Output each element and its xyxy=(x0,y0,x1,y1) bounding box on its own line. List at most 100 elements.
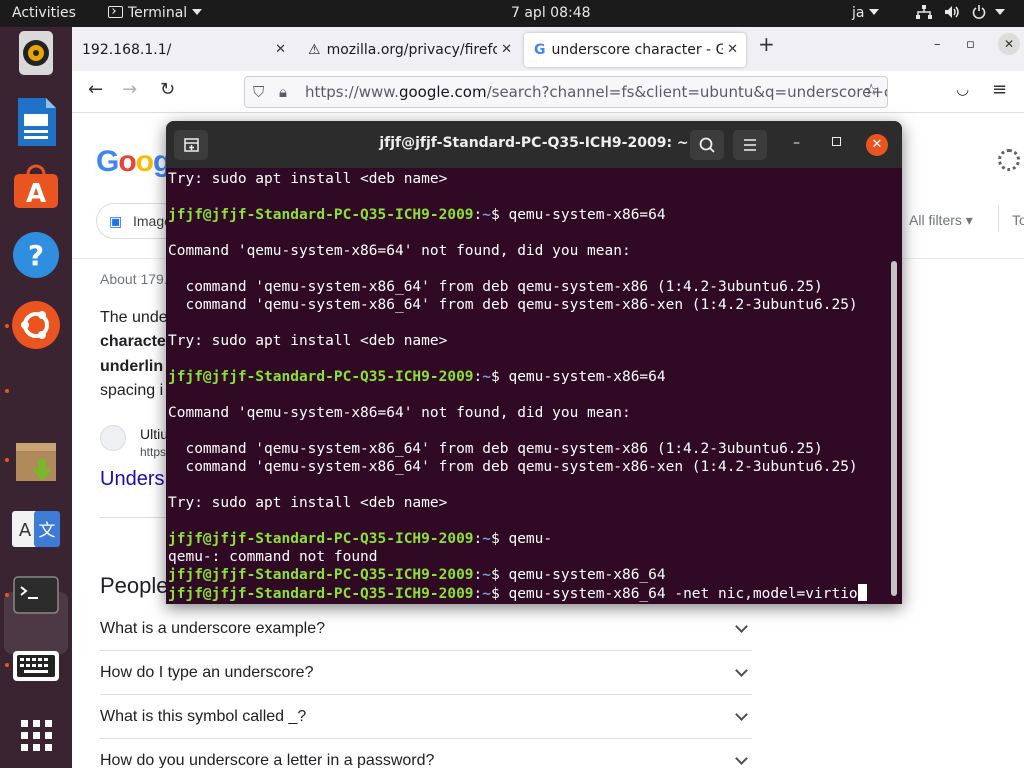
running-indicator xyxy=(5,458,9,462)
url-prefix: https://www. xyxy=(305,83,399,101)
prompt-separator: : xyxy=(473,567,483,583)
url-bar[interactable]: ⛉ 🔒︎ https://www.google.com/search?chann… xyxy=(244,76,888,108)
chevron-down-icon xyxy=(735,664,748,677)
search-button[interactable] xyxy=(690,130,724,160)
terminal-output-line: Try: sudo apt install <deb name> xyxy=(168,495,448,511)
terminal-headerbar[interactable]: jfjf@jfjf-Standard-PC-Q35-ICH9-2009: ~ –… xyxy=(166,121,902,168)
input-source-label: ja xyxy=(852,5,865,21)
hamburger-menu-button[interactable] xyxy=(733,130,767,160)
app-menu[interactable]: Terminal xyxy=(108,0,203,27)
close-window-icon[interactable]: ✕ xyxy=(998,33,1020,55)
chevron-down-icon xyxy=(995,9,1005,15)
prompt-path: ~ xyxy=(482,531,492,547)
maximize-icon[interactable]: ▫ xyxy=(966,37,975,52)
clock[interactable]: 7 apl 08:48 xyxy=(511,0,591,27)
terminal-output-line: command 'qemu-system-x86_64' from deb qe… xyxy=(168,441,823,457)
new-tab-button[interactable]: + xyxy=(758,32,775,56)
svg-text:A: A xyxy=(26,179,46,209)
image-icon: ▣ xyxy=(109,213,123,229)
command-text: $ qemu- xyxy=(491,531,553,547)
software-center-icon[interactable]: A xyxy=(8,160,64,216)
reload-icon[interactable]: ↻ xyxy=(160,79,175,100)
tools-button[interactable]: To xyxy=(1012,212,1024,228)
terminal-output[interactable]: Try: sudo apt install <deb name> jfjf@jfj… xyxy=(168,170,890,602)
command-text: $ qemu-system-x86=64 xyxy=(491,207,666,223)
bookmark-star-icon[interactable]: ☆ xyxy=(864,80,878,99)
terminal-scrollbar[interactable] xyxy=(891,261,897,596)
running-indicator xyxy=(5,593,9,597)
question-accordion[interactable]: What is a underscore example? xyxy=(100,607,752,651)
pocket-icon[interactable]: ◡ xyxy=(956,80,969,98)
back-icon[interactable]: ← xyxy=(88,79,103,100)
result-stats: About 179. xyxy=(100,271,168,287)
google-logo[interactable]: Goog xyxy=(96,145,171,179)
browser-tab[interactable]: 192.168.1.1/ ✕ xyxy=(72,33,294,67)
archive-manager-icon[interactable] xyxy=(8,433,64,489)
people-also-ask-heading: People xyxy=(100,573,169,598)
writer-icon[interactable] xyxy=(8,94,64,150)
question-accordion[interactable]: How do you underscore a letter in a pass… xyxy=(100,739,752,768)
question-text: What is this symbol called _? xyxy=(100,708,307,725)
menu-icon[interactable]: ≡ xyxy=(992,79,1007,100)
language-support-icon[interactable]: A文 xyxy=(8,501,64,557)
network-icon xyxy=(916,5,932,19)
prompt-user-host: jfjf@jfjf-Standard-PC-Q35-ICH9-2009 xyxy=(168,567,474,583)
terminal-output-line: command 'qemu-system-x86_64' from deb qe… xyxy=(168,297,858,313)
url-rest: /search?channel=fs&client=ubuntu&q=under… xyxy=(486,83,888,101)
terminal-output-line: command 'qemu-system-x86_64' from deb qe… xyxy=(168,459,858,475)
lock-icon[interactable]: 🔒︎ xyxy=(279,77,287,107)
show-applications-icon[interactable] xyxy=(8,707,64,763)
question-accordion[interactable]: How do I type an underscore? xyxy=(100,651,752,695)
chevron-down-icon xyxy=(735,708,748,721)
prompt-user-host: jfjf@jfjf-Standard-PC-Q35-ICH9-2009 xyxy=(168,207,474,223)
chevron-down-icon xyxy=(192,9,203,15)
keyboard-icon[interactable] xyxy=(8,638,64,694)
terminal-output-line: qemu-: command not found xyxy=(168,549,378,565)
terminal-window[interactable]: jfjf@jfjf-Standard-PC-Q35-ICH9-2009: ~ –… xyxy=(166,121,902,604)
terminal-command-line: jfjf@jfjf-Standard-PC-Q35-ICH9-2009:~$ q… xyxy=(168,566,890,584)
prompt-separator: : xyxy=(473,207,483,223)
close-icon[interactable]: ✕ xyxy=(497,33,512,67)
browser-tab-active[interactable]: Gunderscore character - G ✕ xyxy=(524,33,746,67)
input-source-menu[interactable]: ja xyxy=(852,0,880,27)
prompt-path: ~ xyxy=(482,207,492,223)
terminal-command-line: jfjf@jfjf-Standard-PC-Q35-ICH9-2009:~$ q… xyxy=(168,368,890,386)
terminal-icon xyxy=(108,6,123,18)
browser-tab[interactable]: ⚠ mozilla.org/privacy/firefo ✕ xyxy=(298,33,520,67)
tab-title: underscore character - G xyxy=(551,42,727,58)
tab-title: mozilla.org/privacy/firefo xyxy=(326,42,501,58)
result-link[interactable]: Unders xyxy=(100,468,164,491)
ubuntu-icon[interactable] xyxy=(8,297,64,353)
chevron-down-icon xyxy=(735,620,748,633)
minimize-icon[interactable]: – xyxy=(934,37,941,52)
help-icon[interactable]: ? xyxy=(8,227,64,283)
prompt-path: ~ xyxy=(482,567,492,583)
minimize-icon[interactable]: – xyxy=(793,135,800,151)
activities-button[interactable]: Activities xyxy=(12,0,76,27)
shield-icon[interactable]: ⛉ xyxy=(253,77,264,107)
divider xyxy=(998,206,999,232)
close-window-icon[interactable]: ✕ xyxy=(866,134,888,156)
all-filters-button[interactable]: All filters ▾ xyxy=(909,212,973,229)
text-cursor xyxy=(857,584,867,601)
terminal-app-icon[interactable] xyxy=(8,567,64,623)
site-favicon xyxy=(100,425,126,451)
forward-icon[interactable]: → xyxy=(122,79,137,100)
system-menu[interactable] xyxy=(916,0,1017,27)
svg-text:A: A xyxy=(19,520,32,541)
close-icon[interactable]: ✕ xyxy=(723,33,738,67)
url-domain: google.com xyxy=(398,83,487,101)
maximize-icon[interactable] xyxy=(832,137,841,146)
top-bar: Activities Terminal 7 apl 08:48 ja xyxy=(0,0,1024,27)
search-icon xyxy=(699,137,715,153)
prompt-separator: : xyxy=(473,531,483,547)
close-icon[interactable]: ✕ xyxy=(275,33,286,67)
rhythmbox-icon[interactable] xyxy=(8,27,64,83)
settings-gear-icon[interactable] xyxy=(998,149,1020,171)
question-accordion[interactable]: What is this symbol called _? xyxy=(100,695,752,739)
